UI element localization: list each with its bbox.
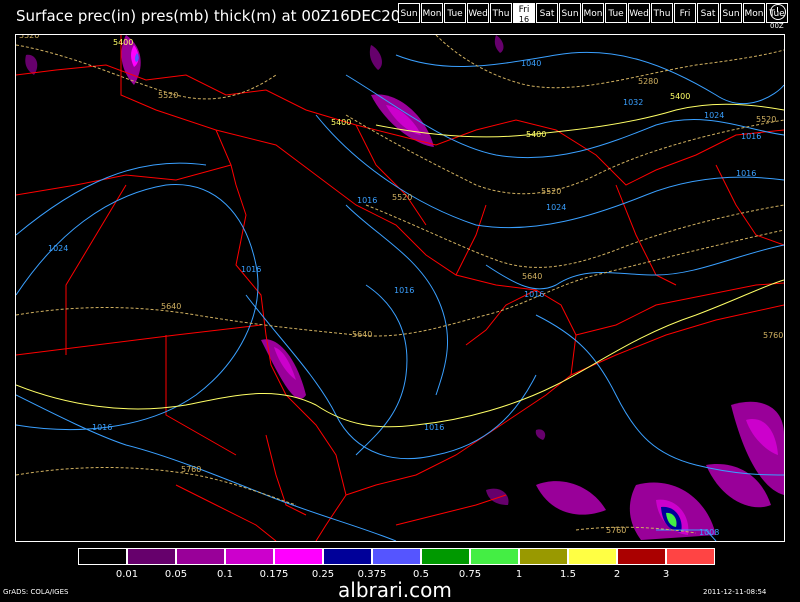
legend-swatch [519,548,568,565]
legend-label: 0.75 [458,569,482,580]
day-tab[interactable]: Mon [743,3,765,23]
isobar-label: 1016 [357,196,377,205]
timestamp: 2011-12-11-08:54 [703,588,767,596]
legend-swatch [617,548,666,565]
map-title: Surface prec(in) pres(mb) thick(m) at 00… [16,7,420,25]
day-tab-label: Sun [561,9,579,19]
day-tab[interactable]: Sun [398,3,420,23]
isobar-label: 1016 [741,132,761,141]
legend-swatch [470,548,519,565]
clock-label: 00Z [770,22,784,30]
day-tab[interactable]: Tue [444,3,466,23]
day-tab[interactable]: Sun [720,3,742,23]
isobar-label: 1024 [704,111,724,120]
day-tab-label: Thu [653,9,671,19]
legend-swatch [666,548,715,565]
isobar-label: 1016 [736,169,756,178]
thickness-label: 5520 [392,193,412,202]
thickness-label: 5520 [158,91,178,100]
day-tab-label: Fri [518,5,530,15]
legend-swatch [421,548,470,565]
isobar-label: 1016 [394,286,414,295]
day-tab-label: Sat [700,9,716,19]
day-tab[interactable]: Sat [697,3,719,23]
day-tab[interactable]: Sun [559,3,581,23]
legend-swatch [568,548,617,565]
day-tab[interactable]: Fri [674,3,696,23]
thickness-label: 5760 [763,331,783,340]
thickness-label: 5400 [670,92,690,101]
day-tab[interactable]: Wed [628,3,650,23]
thickness-label: 5520 [756,115,776,124]
day-tab[interactable]: Wed [467,3,489,23]
day-selector[interactable]: Sun Mon Tue Wed Thu Fri 16 Sat Sun Mon Tue Wed Thu Fr… [398,3,789,23]
isobar-label: 1032 [623,98,643,107]
isobar-label: 1016 [524,290,544,299]
isobar-label: 1016 [92,423,112,432]
brand-watermark: albrari.com [338,578,452,602]
thickness-label: 5400 [526,130,546,139]
legend-label: 0.1 [217,569,233,580]
day-tab[interactable]: Mon [421,3,443,23]
thickness-5400-solid [16,103,784,428]
legend-swatch [225,548,274,565]
legend-swatch [176,548,225,565]
thickness-label: 5280 [638,77,658,86]
thickness-label: 5520 [541,187,561,196]
isobar-label: 1008 [699,528,719,537]
thickness-label: 5400 [331,118,351,127]
legend-swatch [372,548,421,565]
map-canvas: 1040 1032 1024 1016 1024 1016 1016 1016 … [16,35,784,541]
clock-icon [770,4,786,20]
isobar-label: 1024 [546,203,566,212]
day-tab-label: Tue [608,9,624,19]
legend-swatch [127,548,176,565]
thickness-label: 5640 [522,272,542,281]
isobar-label: 1040 [521,59,541,68]
day-tab[interactable]: Mon [582,3,604,23]
credit-text: GrADS: COLA/IGES [3,588,69,596]
thickness-label: 5640 [161,302,181,311]
isobar-label: 1016 [424,423,444,432]
day-tab[interactable]: Sat [536,3,558,23]
day-tab-label: Thu [492,9,510,19]
legend-swatch [323,548,372,565]
isobar-label: 1016 [241,265,261,274]
thickness-label: 5520 [19,35,39,40]
day-tab[interactable]: Thu [490,3,512,23]
legend-label: 2 [613,569,621,580]
day-tab-label: Sun [722,9,740,19]
weather-map: 1040 1032 1024 1016 1024 1016 1016 1016 … [15,34,785,542]
precipitation-legend [78,548,715,565]
day-tab-date: 16 [518,15,530,23]
legend-label: 3 [662,569,670,580]
legend-label: 0.175 [259,569,289,580]
legend-label: 0.05 [164,569,188,580]
legend-label: 1 [515,569,523,580]
day-tab[interactable]: Tue [605,3,627,23]
legend-label: 1.5 [560,569,576,580]
day-tab-label: Mon [583,9,603,19]
thickness-label: 5760 [606,526,626,535]
day-tab-label: Fri [679,9,691,19]
day-tab[interactable]: Fri 16 [513,3,535,23]
thickness-label: 5640 [352,330,372,339]
legend-label: 0.01 [115,569,139,580]
isobar-label: 1024 [48,244,68,253]
legend-label: 0.25 [311,569,335,580]
day-tab-label: Sun [400,9,418,19]
day-tab-label: Wed [629,9,649,19]
day-tab-label: Mon [422,9,442,19]
day-tab-label: Sat [539,9,555,19]
day-tab-label: Tue [447,9,463,19]
legend-swatch [274,548,323,565]
day-tab-label: Wed [468,9,488,19]
thickness-label: 5760 [181,465,201,474]
legend-swatch [78,548,127,565]
day-tab[interactable]: Thu [651,3,673,23]
day-tab-label: Mon [744,9,764,19]
thickness-label: 5400 [113,38,133,47]
